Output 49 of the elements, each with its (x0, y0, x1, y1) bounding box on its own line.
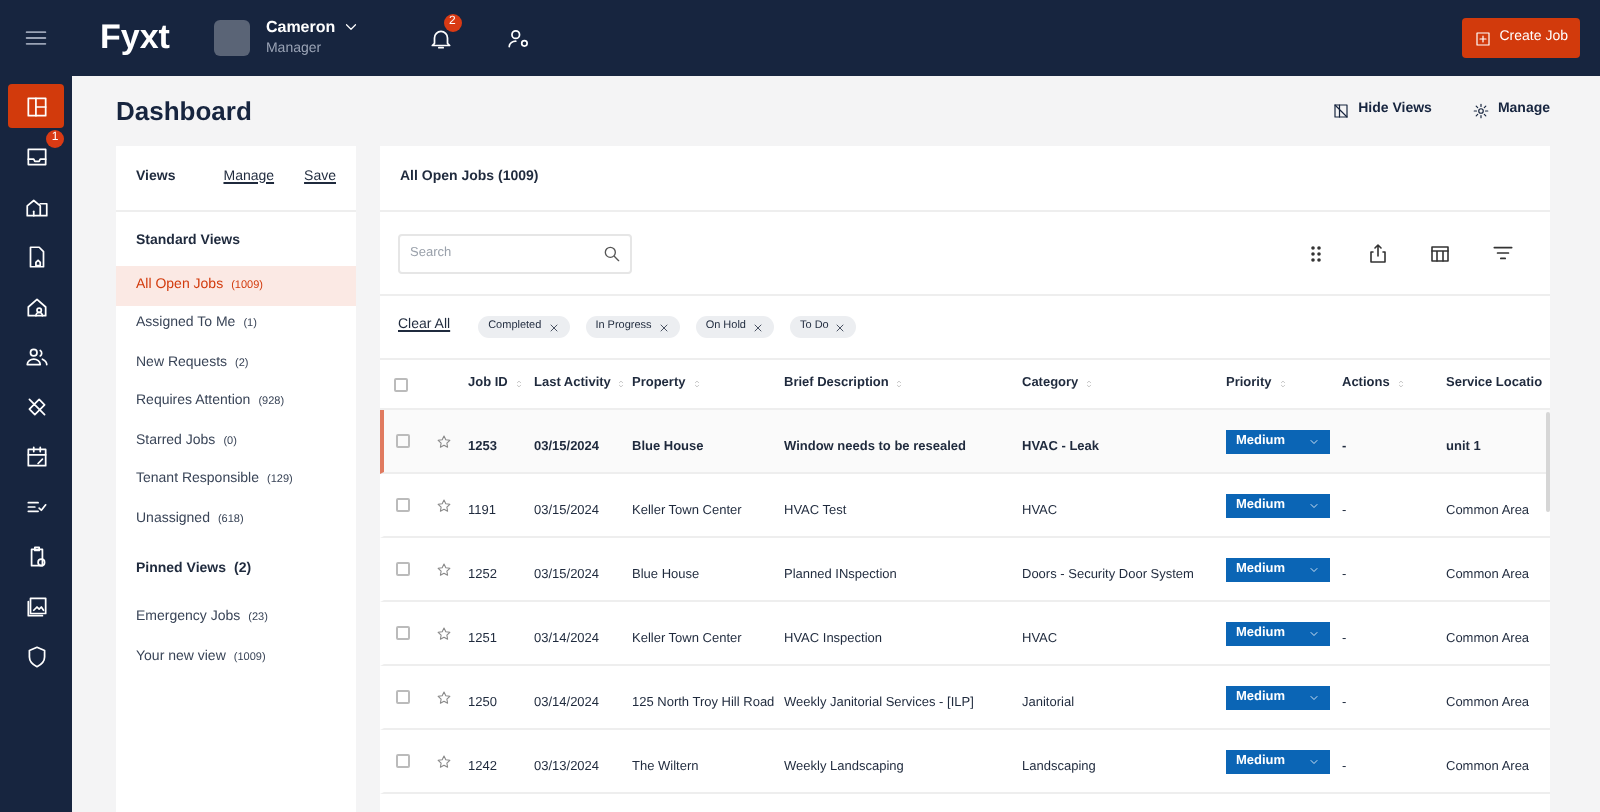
star-icon[interactable] (436, 753, 452, 769)
plus-square-icon (1473, 29, 1492, 47)
sort-icon (894, 378, 905, 390)
checkbox[interactable] (395, 626, 409, 640)
share-icon[interactable] (1366, 241, 1390, 265)
sort-icon (1084, 378, 1095, 390)
star-icon[interactable] (436, 689, 452, 705)
chevron-down-icon (1308, 627, 1320, 639)
sort-icon (616, 378, 627, 390)
checkbox[interactable] (395, 690, 409, 704)
checkbox[interactable] (395, 562, 409, 576)
settings-icon (1471, 102, 1490, 120)
columns-icon[interactable] (1428, 241, 1452, 265)
page-title: Dashboard (116, 93, 252, 130)
home-user-icon (23, 293, 49, 319)
bell-icon[interactable] (427, 25, 454, 51)
image-icon (23, 593, 49, 619)
hide-views-icon (1332, 102, 1351, 120)
checkbox[interactable] (395, 434, 409, 448)
chevron-down-icon (1308, 435, 1320, 447)
sort-icon (1395, 378, 1406, 390)
chevron-down-icon (1308, 691, 1320, 703)
user-name[interactable]: Cameron (265, 15, 336, 40)
chevron-down-icon (1308, 499, 1320, 511)
checkbox[interactable] (393, 377, 407, 391)
close-icon[interactable] (834, 321, 847, 333)
search-icon[interactable] (602, 243, 622, 263)
checkbox[interactable] (395, 498, 409, 512)
close-icon[interactable] (547, 321, 560, 333)
users-icon (23, 343, 49, 369)
shield-icon (23, 643, 49, 669)
chevron-down-icon (1308, 563, 1320, 575)
avatar-photo (213, 20, 250, 56)
checkbox[interactable] (395, 754, 409, 768)
user-settings-icon[interactable] (505, 25, 532, 51)
close-icon[interactable] (752, 321, 764, 333)
layout-icon (23, 93, 49, 119)
star-icon[interactable] (436, 497, 452, 513)
sort-icon (1277, 378, 1288, 390)
star-icon[interactable] (436, 561, 452, 577)
close-icon[interactable] (657, 321, 670, 333)
sort-icon (513, 378, 524, 390)
inbox-icon (23, 143, 49, 169)
logo[interactable]: Fyxt (100, 12, 170, 64)
star-icon[interactable] (436, 433, 452, 449)
calendar-icon (23, 443, 49, 469)
chevron-down-icon (1308, 755, 1320, 767)
star-icon[interactable] (436, 625, 452, 641)
sort-icon (691, 378, 702, 390)
